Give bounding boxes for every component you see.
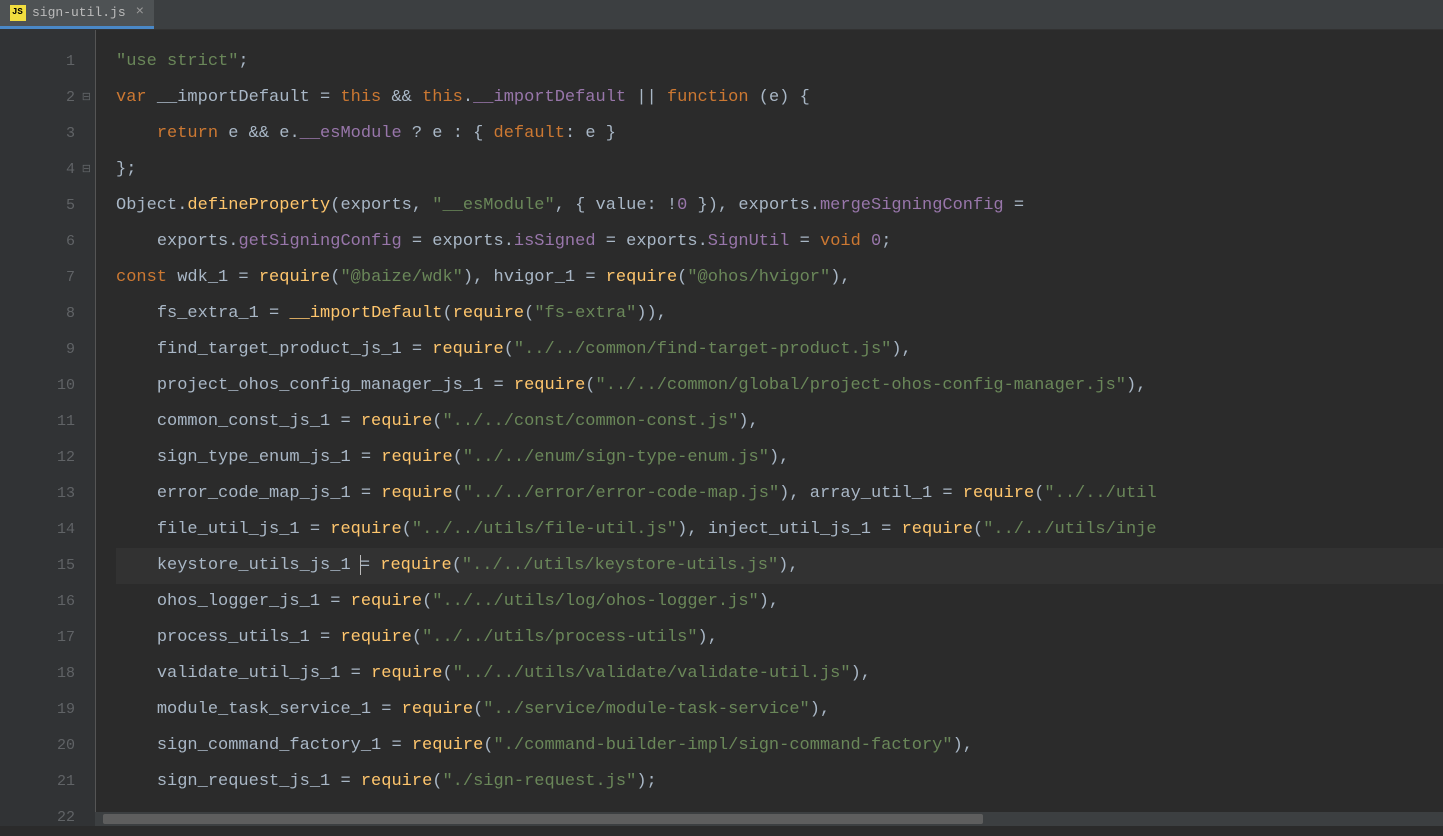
tab-filename: sign-util.js <box>32 1 126 24</box>
code-line[interactable]: find_target_product_js_1 = require("../.… <box>116 332 1443 368</box>
line-number: 5 <box>0 188 75 224</box>
line-number: 15 <box>0 548 75 584</box>
line-number: 19 <box>0 692 75 728</box>
code-line[interactable]: ohos_logger_js_1 = require("../../utils/… <box>116 584 1443 620</box>
line-number: 4 <box>0 152 75 188</box>
line-number: 12 <box>0 440 75 476</box>
line-number: 14 <box>0 512 75 548</box>
code-line[interactable]: var __importDefault = this && this.__imp… <box>116 80 1443 116</box>
code-line[interactable]: Object.defineProperty(exports, "__esModu… <box>116 188 1443 224</box>
code-line[interactable]: "use strict"; <box>116 44 1443 80</box>
close-icon[interactable]: × <box>136 0 144 25</box>
line-number: 21 <box>0 764 75 800</box>
editor-tab[interactable]: JS sign-util.js × <box>0 0 154 29</box>
line-number: 8 <box>0 296 75 332</box>
code-line[interactable]: const wdk_1 = require("@baize/wdk"), hvi… <box>116 260 1443 296</box>
gutter: ⊟ ⊟ 12345678910111213141516171819202122 <box>0 30 95 826</box>
line-number: 22 <box>0 800 75 836</box>
code-line[interactable]: sign_command_factory_1 = require("./comm… <box>116 728 1443 764</box>
js-file-icon: JS <box>10 5 26 21</box>
code-line[interactable]: keystore_utils_js_1 = require("../../uti… <box>116 548 1443 584</box>
line-number: 13 <box>0 476 75 512</box>
line-number: 6 <box>0 224 75 260</box>
fold-close-icon[interactable]: ⊟ <box>81 165 91 175</box>
line-number: 16 <box>0 584 75 620</box>
code-line[interactable]: process_utils_1 = require("../../utils/p… <box>116 620 1443 656</box>
code-line[interactable]: return e && e.__esModule ? e : { default… <box>116 116 1443 152</box>
line-number: 9 <box>0 332 75 368</box>
line-number: 10 <box>0 368 75 404</box>
line-number: 7 <box>0 260 75 296</box>
code-line[interactable]: sign_type_enum_js_1 = require("../../enu… <box>116 440 1443 476</box>
line-number: 1 <box>0 44 75 80</box>
code-line[interactable]: validate_util_js_1 = require("../../util… <box>116 656 1443 692</box>
code-line[interactable]: common_const_js_1 = require("../../const… <box>116 404 1443 440</box>
fold-open-icon[interactable]: ⊟ <box>81 93 91 103</box>
code-line[interactable]: }; <box>116 152 1443 188</box>
line-number: 11 <box>0 404 75 440</box>
line-number: 18 <box>0 656 75 692</box>
tab-bar: JS sign-util.js × <box>0 0 1443 30</box>
code-line[interactable]: error_code_map_js_1 = require("../../err… <box>116 476 1443 512</box>
code-line[interactable]: exports.getSigningConfig = exports.isSig… <box>116 224 1443 260</box>
code-line[interactable]: fs_extra_1 = __importDefault(require("fs… <box>116 296 1443 332</box>
code-line[interactable]: file_util_js_1 = require("../../utils/fi… <box>116 512 1443 548</box>
line-number: 17 <box>0 620 75 656</box>
line-number: 20 <box>0 728 75 764</box>
line-number: 3 <box>0 116 75 152</box>
code-area[interactable]: "use strict";var __importDefault = this … <box>95 30 1443 826</box>
code-line[interactable]: project_ohos_config_manager_js_1 = requi… <box>116 368 1443 404</box>
code-line[interactable]: sign_request_js_1 = require("./sign-requ… <box>116 764 1443 800</box>
scrollbar-thumb[interactable] <box>103 814 983 824</box>
horizontal-scrollbar[interactable] <box>95 812 1443 826</box>
line-number: 2 <box>0 80 75 116</box>
editor: ⊟ ⊟ 12345678910111213141516171819202122 … <box>0 30 1443 826</box>
code-line[interactable]: module_task_service_1 = require("../serv… <box>116 692 1443 728</box>
